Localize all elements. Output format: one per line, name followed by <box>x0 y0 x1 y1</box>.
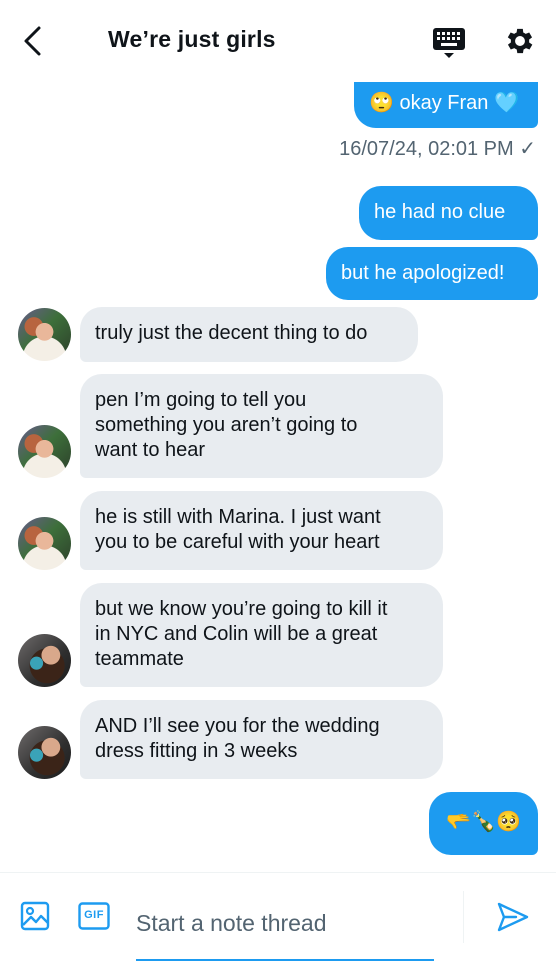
message-line: dress fitting in 3 weeks <box>95 740 298 762</box>
message-bubble-incoming[interactable]: pen I’m going to tell you something you … <box>80 374 443 478</box>
keyboard-button[interactable] <box>432 26 466 60</box>
message-bubble-incoming[interactable]: but we know you’re going to kill it in N… <box>80 583 443 687</box>
avatar[interactable] <box>18 517 71 570</box>
message-text: he had no clue <box>374 201 506 223</box>
message-line: teammate <box>95 648 184 670</box>
gear-icon <box>507 28 533 54</box>
message-line: but we know you’re going to kill it <box>95 598 388 620</box>
message-line: AND I’ll see you for the wedding <box>95 715 380 737</box>
message-bubble-outgoing[interactable]: but he apologized! <box>326 247 538 300</box>
message-line: in NYC and Colin will be a great <box>95 623 378 645</box>
message-line: you to be careful with your heart <box>95 531 380 553</box>
composer-bar: GIF <box>0 872 556 961</box>
message-text: okay Fran <box>399 92 489 114</box>
message-bubble-incoming[interactable]: he is still with Marina. I just want you… <box>80 491 443 570</box>
send-button[interactable] <box>496 901 530 933</box>
light-blue-heart-emoji: 🩵 <box>493 92 519 115</box>
message-emoji: 🫳🍾🥺 <box>446 811 521 834</box>
message-text: but he apologized! <box>341 262 505 284</box>
image-icon <box>20 901 50 931</box>
avatar[interactable] <box>18 726 71 779</box>
avatar[interactable] <box>18 308 71 361</box>
message-bubble-outgoing[interactable]: he had no clue <box>359 186 538 240</box>
keyboard-icon <box>433 28 465 58</box>
message-feed[interactable]: 🙄 okay Fran 🩵 16/07/24, 02:01 PM ✓ he ha… <box>0 82 556 872</box>
message-bubble-outgoing[interactable]: 🫳🍾🥺 <box>429 792 538 855</box>
send-icon <box>497 902 529 932</box>
conversation-header: We’re just girls <box>0 0 556 82</box>
message-line: want to hear <box>95 439 206 461</box>
message-bubble-incoming[interactable]: truly just the decent thing to do <box>80 307 418 362</box>
message-line: something you aren’t going to <box>95 414 358 436</box>
media-button[interactable] <box>20 901 50 931</box>
conversation-title: We’re just girls <box>108 26 276 52</box>
chevron-left-icon <box>24 26 41 56</box>
composer-divider <box>463 891 464 943</box>
message-timestamp: 16/07/24, 02:01 PM ✓ <box>339 138 536 160</box>
gif-label: GIF <box>84 909 104 921</box>
gif-button[interactable]: GIF <box>78 902 110 930</box>
message-line: pen I’m going to tell you <box>95 389 307 411</box>
avatar[interactable] <box>18 425 71 478</box>
message-bubble-outgoing[interactable]: 🙄 okay Fran 🩵 <box>354 82 538 128</box>
back-button[interactable] <box>18 24 50 58</box>
message-text: truly just the decent thing to do <box>95 322 368 344</box>
message-bubble-incoming[interactable]: AND I’ll see you for the wedding dress f… <box>80 700 443 779</box>
message-line: he is still with Marina. I just want <box>95 506 381 528</box>
rolling-eyes-emoji: 🙄 <box>369 92 394 115</box>
settings-button[interactable] <box>503 24 537 58</box>
message-input[interactable] <box>136 893 434 961</box>
avatar[interactable] <box>18 634 71 687</box>
